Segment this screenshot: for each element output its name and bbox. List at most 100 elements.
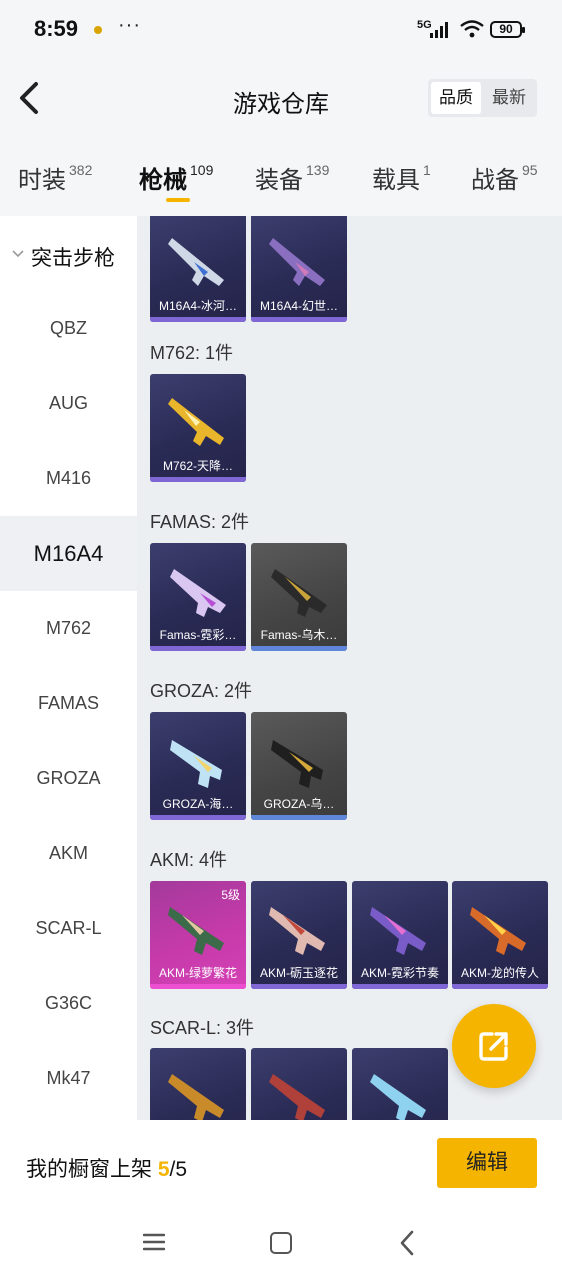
tab-count: 95 (522, 162, 538, 178)
rifle-icon (168, 1074, 224, 1120)
tab-weapons[interactable]: 枪械 109 (139, 160, 213, 195)
sidebar-item-groza[interactable]: GROZA (0, 741, 137, 816)
sidebar-item-m16a4[interactable]: M16A4 (0, 516, 137, 591)
weapon-card[interactable]: M16A4-冰河… (150, 216, 246, 322)
tab-vehicles[interactable]: 载具 1 (372, 160, 431, 195)
weapon-card[interactable]: AKM-龙的传人 (452, 881, 548, 989)
tab-supplies[interactable]: 战备 95 (471, 160, 538, 195)
rifle-icon (168, 238, 224, 286)
rarity-stripe (150, 815, 246, 820)
sidebar-item-m416[interactable]: M416 (0, 441, 137, 516)
home-icon[interactable] (270, 1232, 292, 1254)
weapon-card-label: Famas-乌木… (260, 628, 338, 642)
weapon-card-label: M16A4-冰河… (158, 299, 238, 313)
weapon-card[interactable]: M762-天降… (150, 374, 246, 482)
weapon-card[interactable]: AKM-砺玉逐花 (251, 881, 347, 989)
weapon-card[interactable]: GROZA-乌… (251, 712, 347, 820)
battery-icon: 90 (490, 21, 525, 38)
status-time: 8:59 (34, 16, 79, 41)
edit-button[interactable]: 编辑 (437, 1138, 537, 1188)
chevron-down-icon (12, 250, 24, 258)
tab-label: 战备 (471, 167, 519, 194)
weapon-card[interactable]: Famas-乌木… (251, 543, 347, 651)
rarity-stripe (251, 984, 347, 989)
sidebar-item-famas[interactable]: FAMAS (0, 666, 137, 741)
rifle-icon (271, 569, 327, 617)
rarity-stripe (352, 984, 448, 989)
tab-fashion[interactable]: 时装 382 (18, 160, 92, 195)
tab-count: 382 (69, 162, 93, 178)
weapon-card[interactable] (352, 1048, 448, 1120)
sidebar-item-aug[interactable]: AUG (0, 366, 137, 441)
sort-toggle: 品质 最新 (428, 79, 537, 117)
sidebar-group-assault-rifles[interactable]: 突击步枪 (0, 234, 137, 274)
weapon-card-label: AKM-绿萝繁花 (158, 966, 237, 980)
weapon-card[interactable] (251, 1048, 347, 1120)
showcase-label: 我的橱窗上架 (26, 1158, 152, 1181)
weapon-card[interactable]: M16A4-幻世… (251, 216, 347, 322)
weapon-card[interactable]: GROZA-海… (150, 712, 246, 820)
rifle-icon (269, 907, 325, 955)
sidebar-item-qbz[interactable]: QBZ (0, 291, 137, 366)
sort-by-quality[interactable]: 品质 (431, 82, 481, 114)
tab-count: 139 (306, 162, 330, 178)
weapon-card-label: M762-天降… (162, 459, 233, 473)
rifle-icon (271, 740, 323, 788)
section-title-m762: M762: 1件 (150, 343, 234, 363)
weapon-card-label: GROZA-乌… (263, 797, 335, 811)
notification-icon (94, 26, 102, 34)
tab-label: 装备 (255, 167, 303, 194)
rifle-icon (168, 907, 224, 955)
weapon-card-label: AKM-龙的传人 (460, 966, 539, 980)
sidebar-group-label: 突击步枪 (31, 247, 115, 270)
sidebar-item-m762[interactable]: M762 (0, 591, 137, 666)
tab-count: 109 (190, 162, 214, 178)
section-title-akm: AKM: 4件 (150, 850, 228, 870)
more-notifications-icon: ··· (118, 14, 141, 36)
tab-equipment[interactable]: 装备 139 (255, 160, 329, 195)
weapon-card[interactable]: 5级 AKM-绿萝繁花 (150, 881, 246, 989)
sort-by-latest[interactable]: 最新 (484, 82, 534, 114)
share-icon (479, 1032, 508, 1061)
weapon-card-label: GROZA-海… (162, 797, 234, 811)
weapon-card-label: M16A4-幻世… (259, 299, 339, 313)
sidebar-item-scar-l[interactable]: SCAR-L (0, 891, 137, 966)
section-title-famas: FAMAS: 2件 (150, 512, 250, 532)
tab-label: 枪械 (139, 167, 187, 194)
weapon-list: M16A4-冰河… M16A4-幻世… M762: 1件 M762-天降… FA… (137, 216, 562, 1120)
tab-count: 1 (423, 162, 431, 178)
signal-icon (430, 22, 452, 38)
rifle-icon (168, 398, 224, 446)
active-tab-indicator (166, 198, 190, 202)
section-title-scar-l: SCAR-L: 3件 (150, 1018, 255, 1038)
sidebar-item-akm[interactable]: AKM (0, 816, 137, 891)
system-nav-bar (0, 1210, 562, 1280)
rifle-icon (269, 238, 325, 286)
rarity-stripe (452, 984, 548, 989)
rarity-stripe (150, 984, 246, 989)
rarity-stripe (251, 317, 347, 322)
rifle-icon (470, 907, 526, 955)
showcase-bar: 我的橱窗上架 5/5 编辑 (0, 1120, 562, 1210)
category-tabs: 时装 382 枪械 109 装备 139 载具 1 战备 95 (0, 136, 562, 216)
rarity-stripe (251, 815, 347, 820)
showcase-total-count: /5 (169, 1158, 188, 1181)
rarity-stripe (150, 646, 246, 651)
rifle-icon (370, 1074, 426, 1120)
weapon-card[interactable] (150, 1048, 246, 1120)
sidebar-item-mk47[interactable]: Mk47 (0, 1041, 137, 1116)
weapon-card-label: AKM-霓彩节奏 (360, 966, 439, 980)
weapon-card[interactable]: Famas-霓彩… (150, 543, 246, 651)
tab-label: 时装 (18, 167, 66, 194)
header: 游戏仓库 品质 最新 (0, 60, 562, 136)
share-button[interactable] (452, 1004, 536, 1088)
back-nav-icon[interactable] (398, 1230, 416, 1256)
section-title-groza: GROZA: 2件 (150, 681, 253, 701)
menu-icon[interactable] (143, 1232, 165, 1252)
showcase-used-count: 5 (157, 1158, 170, 1181)
rifle-icon (170, 569, 226, 617)
status-bar: 8:59 ··· 5G 90 (0, 0, 562, 60)
rifle-icon (269, 1074, 325, 1120)
weapon-card[interactable]: AKM-霓彩节奏 (352, 881, 448, 989)
sidebar-item-g36c[interactable]: G36C (0, 966, 137, 1041)
